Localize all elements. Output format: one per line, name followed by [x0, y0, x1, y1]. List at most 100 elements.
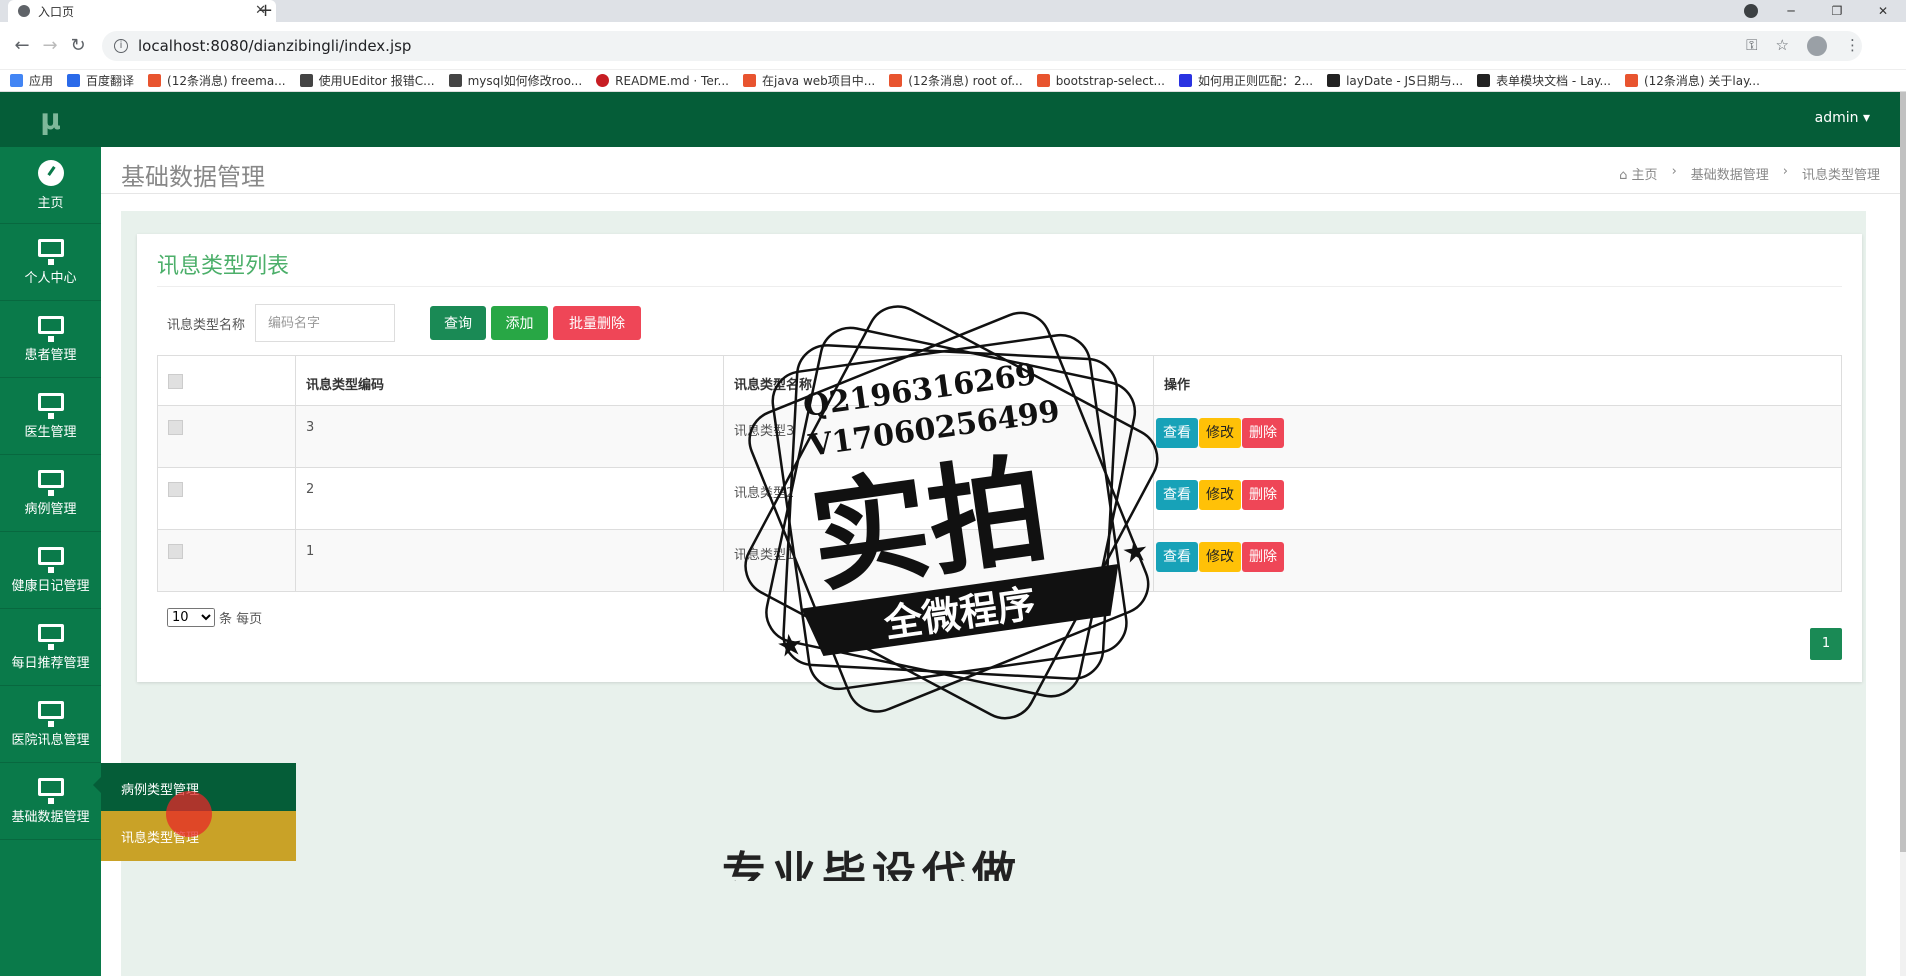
window-close-icon[interactable]: ✕ — [1860, 4, 1906, 18]
table-row: 1 讯息类型1 查看 修改 删除 — [157, 529, 1842, 592]
top-navbar: admin ▾ — [101, 92, 1900, 147]
user-menu[interactable]: admin ▾ — [1815, 110, 1870, 126]
monitor-icon — [37, 469, 64, 496]
csdn-icon — [889, 74, 903, 87]
monitor-icon — [37, 700, 64, 727]
monitor-icon — [37, 238, 64, 265]
bookmark-item[interactable]: (12条消息) root of... — [889, 72, 1023, 89]
bookmarks-bar: 应用 百度翻译 (12条消息) freema... 使用UEditor 报错C.… — [0, 70, 1906, 92]
sidebar-item-home[interactable]: 主页 — [0, 147, 101, 224]
sidebar-item-health-diary[interactable]: 健康日记管理 — [0, 532, 101, 609]
bookmark-item[interactable]: (12条消息) freema... — [148, 72, 286, 89]
row-checkbox[interactable] — [168, 420, 183, 435]
tab-title: 入口页 — [38, 4, 75, 19]
batch-delete-button[interactable]: 批量删除 — [553, 306, 641, 340]
sidebar-item-label: 患者管理 — [24, 347, 77, 363]
select-all-checkbox[interactable] — [168, 374, 183, 389]
row-select-cell — [157, 467, 296, 530]
sidebar-item-label: 每日推荐管理 — [11, 655, 90, 671]
sidebar-item-daily-recommend[interactable]: 每日推荐管理 — [0, 609, 101, 686]
info-icon[interactable]: i — [114, 38, 128, 53]
view-button[interactable]: 查看 — [1156, 418, 1198, 448]
submenu-caret — [93, 777, 101, 793]
sidebar-item-cases[interactable]: 病例管理 — [0, 455, 101, 532]
minimize-icon[interactable]: ─ — [1768, 4, 1814, 18]
table-header-row: 讯息类型编码 讯息类型名称 操作 — [157, 355, 1842, 406]
cell-name: 讯息类型3 — [723, 405, 1154, 468]
cell-name: 讯息类型2 — [723, 467, 1154, 530]
row-checkbox[interactable] — [168, 482, 183, 497]
edit-button[interactable]: 修改 — [1199, 480, 1241, 510]
page-title: 基础数据管理 — [121, 163, 265, 191]
edit-button[interactable]: 修改 — [1199, 418, 1241, 448]
address-bar-icons: ⚿ ☆ ⋮ — [1746, 36, 1860, 56]
cell-actions: 查看 修改 删除 — [1153, 405, 1842, 468]
sidebar-item-hospital-news[interactable]: 医院讯息管理 — [0, 686, 101, 763]
content-area: 讯息类型列表 讯息类型名称 查询 添加 批量删除 讯息类型编码 讯息类型名称 操… — [121, 211, 1866, 976]
address-bar: ← → ↻ i localhost:8080/dianzibingli/inde… — [0, 22, 1906, 70]
pagination-page[interactable]: 1 — [1810, 628, 1842, 660]
delete-button[interactable]: 删除 — [1242, 418, 1284, 448]
bookmark-item[interactable]: bootstrap-select... — [1036, 74, 1165, 88]
cursor-highlight — [166, 791, 212, 837]
account-icon[interactable] — [1807, 36, 1827, 56]
row-select-cell — [157, 529, 296, 592]
browser-tab[interactable]: 入口页 ✕ — [8, 0, 276, 22]
star-icon[interactable]: ☆ — [1776, 36, 1789, 56]
monitor-icon — [37, 392, 64, 419]
delete-button[interactable]: 删除 — [1242, 542, 1284, 572]
bookmark-item[interactable]: 表单模块文档 - Lay... — [1477, 72, 1611, 89]
sidebar-item-label: 基础数据管理 — [11, 809, 90, 825]
cell-actions: 查看 修改 删除 — [1153, 467, 1842, 530]
sidebar-item-basic-data[interactable]: 基础数据管理 — [0, 763, 101, 840]
url-field[interactable]: i localhost:8080/dianzibingli/index.jsp — [102, 30, 1862, 61]
panel-title: 讯息类型列表 — [157, 254, 290, 279]
bookmark-item[interactable]: README.md · Ter... — [596, 74, 729, 88]
bookmark-item[interactable]: 百度翻译 — [67, 72, 134, 89]
back-icon[interactable]: ← — [8, 35, 36, 56]
bookmark-item[interactable]: layDate - JS日期与... — [1327, 72, 1463, 89]
cell-code: 2 — [295, 467, 724, 530]
row-checkbox[interactable] — [168, 544, 183, 559]
query-button[interactable]: 查询 — [430, 306, 486, 340]
breadcrumb: ⌂ 主页 › 基础数据管理 › 讯息类型管理 — [1619, 164, 1880, 183]
data-table: 讯息类型编码 讯息类型名称 操作 3 讯息类型3 查看 修改 删除 2 讯息类型… — [157, 355, 1842, 592]
gitee-icon — [596, 74, 610, 87]
reload-icon[interactable]: ↻ — [64, 35, 92, 56]
key-icon[interactable]: ⚿ — [1746, 36, 1757, 56]
bookmark-item[interactable]: 在java web项目中... — [743, 72, 875, 89]
forward-icon[interactable]: → — [36, 35, 64, 56]
view-button[interactable]: 查看 — [1156, 542, 1198, 572]
sidebar: μ 主页 个人中心 患者管理 医生管理 病例管理 健康日记管理 每日推荐管理 医… — [0, 92, 101, 976]
list-panel: 讯息类型列表 讯息类型名称 查询 添加 批量删除 讯息类型编码 讯息类型名称 操… — [137, 234, 1862, 682]
breadcrumb-item[interactable]: 基础数据管理 — [1691, 164, 1769, 183]
layui-icon — [1477, 74, 1491, 87]
view-button[interactable]: 查看 — [1156, 480, 1198, 510]
sidebar-item-label: 医院讯息管理 — [11, 732, 90, 748]
scrollbar[interactable] — [1900, 92, 1906, 976]
bookmark-item[interactable]: 应用 — [10, 72, 53, 89]
bookmark-item[interactable]: 如何用正则匹配：2... — [1178, 72, 1313, 89]
breadcrumb-separator: › — [1671, 164, 1677, 179]
globe-icon — [18, 5, 30, 17]
edit-button[interactable]: 修改 — [1199, 542, 1241, 572]
bookmark-item[interactable]: 使用UEditor 报错C... — [299, 72, 435, 89]
logo[interactable]: μ — [0, 92, 101, 147]
column-header: 讯息类型编码 — [295, 355, 724, 406]
column-header: 操作 — [1153, 355, 1842, 406]
page-size-select[interactable]: 10 — [167, 608, 215, 627]
sidebar-item-profile[interactable]: 个人中心 — [0, 224, 101, 301]
search-input[interactable] — [255, 304, 395, 342]
new-tab-icon[interactable]: + — [258, 0, 273, 21]
profile-menu-icon[interactable] — [1744, 4, 1758, 18]
delete-button[interactable]: 删除 — [1242, 480, 1284, 510]
restore-icon[interactable]: ❐ — [1814, 4, 1860, 18]
breadcrumb-home[interactable]: ⌂ 主页 — [1619, 164, 1657, 183]
sidebar-item-doctors[interactable]: 医生管理 — [0, 378, 101, 455]
add-button[interactable]: 添加 — [491, 306, 548, 340]
sidebar-item-patients[interactable]: 患者管理 — [0, 301, 101, 378]
bookmark-item[interactable]: (12条消息) 关于lay... — [1624, 72, 1760, 89]
bookmark-item[interactable]: mysql如何修改roo... — [448, 72, 582, 89]
menu-icon[interactable]: ⋮ — [1845, 36, 1860, 56]
monitor-icon — [37, 777, 64, 804]
